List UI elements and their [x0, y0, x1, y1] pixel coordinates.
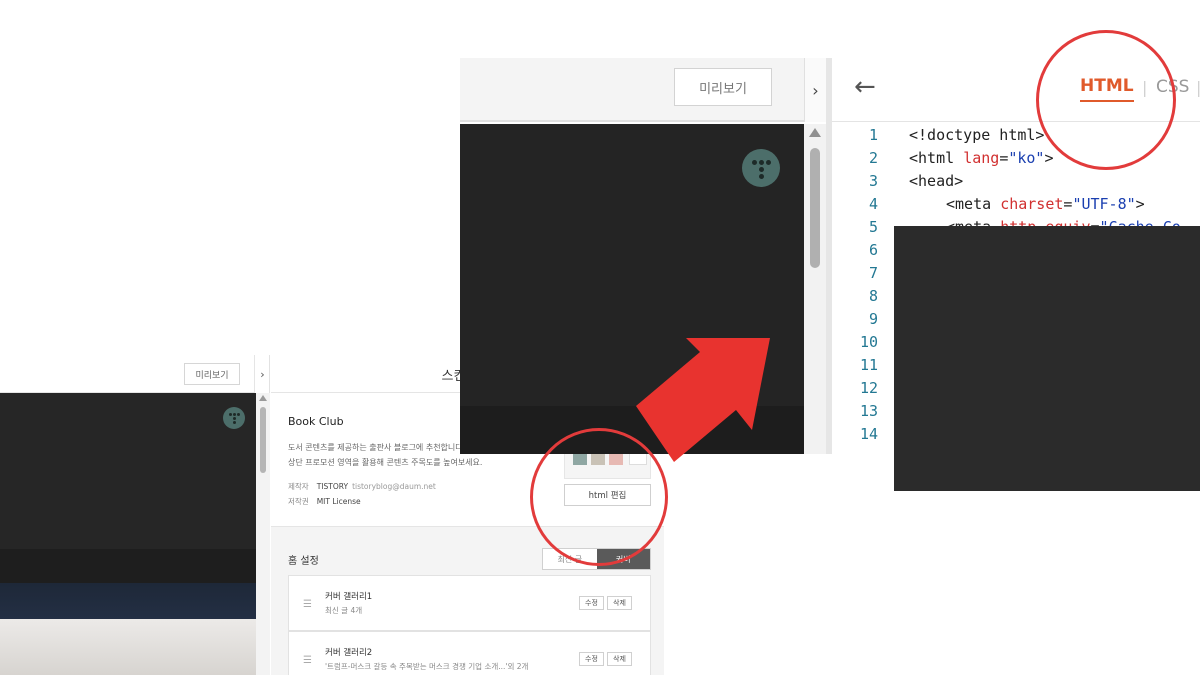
item-subtitle: '트럼프-머스크 갈등 속 주목받는 머스크 경쟁 기업 소개...'외 2개 [325, 662, 529, 671]
item-title: 커버 갤러리1 [325, 592, 373, 602]
scroll-up-icon[interactable] [809, 128, 821, 137]
red-arrow-icon [636, 338, 770, 462]
tistory-logo-icon [223, 407, 245, 429]
home-settings-title: 홈 설정 [288, 556, 319, 567]
edit-button[interactable]: 수정 [579, 596, 604, 610]
preview-scrollbar[interactable] [804, 124, 826, 454]
license-label: 저작권 [288, 497, 309, 506]
line-number: 2 [868, 149, 878, 167]
line-number: 6 [868, 241, 878, 259]
chevron-right-icon[interactable]: › [254, 355, 270, 393]
delete-button[interactable]: 삭제 [607, 652, 632, 666]
author-label: 제작자 [288, 482, 309, 491]
skin-description: 상단 프로모션 영역을 활용해 콘텐츠 주목도를 높여보세요. [288, 458, 483, 467]
list-item[interactable]: ☰ 커버 갤러리1 최신 글 4개 수정 삭제 [288, 575, 651, 631]
preview-button[interactable]: 미리보기 [184, 363, 240, 385]
preview-scrollbar[interactable] [256, 393, 270, 675]
preview-toolbar: 미리보기 [460, 58, 804, 122]
blog-preview-image [0, 619, 256, 675]
line-number: 5 [868, 218, 878, 236]
line-number: 3 [868, 172, 878, 190]
line-number: 11 [859, 356, 878, 374]
code-line: <!doctype html> [909, 126, 1045, 144]
blog-preview-nav [0, 583, 256, 619]
author-email: tistoryblog@daum.net [352, 482, 436, 491]
code-line: <meta charset="UTF-8"> [946, 195, 1145, 213]
back-arrow-icon[interactable]: ← [854, 72, 876, 102]
code-line: <head> [909, 172, 964, 190]
drag-handle-icon[interactable]: ☰ [303, 655, 312, 666]
preview-toolbar: 미리보기 [0, 355, 254, 393]
preview-button[interactable]: 미리보기 [674, 68, 772, 106]
line-number: 13 [859, 402, 878, 420]
overlay-block [894, 226, 1200, 491]
blog-preview-band [0, 549, 256, 583]
line-number: 8 [868, 287, 878, 305]
drag-handle-icon[interactable]: ☰ [303, 599, 312, 610]
annotation-circle-html-edit [530, 428, 668, 566]
chevron-right-icon[interactable]: › [804, 58, 826, 122]
author-name: TISTORY [316, 482, 349, 491]
line-number: 4 [868, 195, 878, 213]
code-line: <html lang="ko"> [909, 149, 1054, 167]
line-number: 7 [868, 264, 878, 282]
skin-name: Book Club [288, 415, 344, 428]
preview-pane: 미리보기 › [0, 355, 270, 675]
author-row: 제작자 TISTORY tistoryblog@daum.net [288, 481, 436, 492]
line-number: 9 [868, 310, 878, 328]
skin-description: 도서 콘텐츠를 제공하는 출판사 블로그에 추천합니다. [288, 443, 466, 452]
scroll-up-icon[interactable] [259, 395, 267, 401]
list-item[interactable]: ☰ 커버 갤러리2 '트럼프-머스크 갈등 속 주목받는 머스크 경쟁 기업 소… [288, 631, 651, 675]
line-number: 14 [859, 425, 878, 443]
line-number: 12 [859, 379, 878, 397]
tistory-logo-icon [742, 149, 780, 187]
edit-button[interactable]: 수정 [579, 652, 604, 666]
line-number: 1 [868, 126, 878, 144]
license-value: MIT License [316, 497, 361, 506]
annotation-circle-html-tab [1036, 30, 1176, 170]
license-row: 저작권 MIT License [288, 496, 361, 507]
blog-preview-header [0, 393, 256, 549]
item-title: 커버 갤러리2 [325, 648, 373, 658]
tab-separator: | [1196, 78, 1200, 97]
scrollbar-thumb[interactable] [810, 148, 820, 268]
item-subtitle: 최신 글 4개 [325, 606, 363, 615]
scrollbar-thumb[interactable] [260, 407, 266, 473]
line-number: 10 [859, 333, 878, 351]
delete-button[interactable]: 삭제 [607, 596, 632, 610]
